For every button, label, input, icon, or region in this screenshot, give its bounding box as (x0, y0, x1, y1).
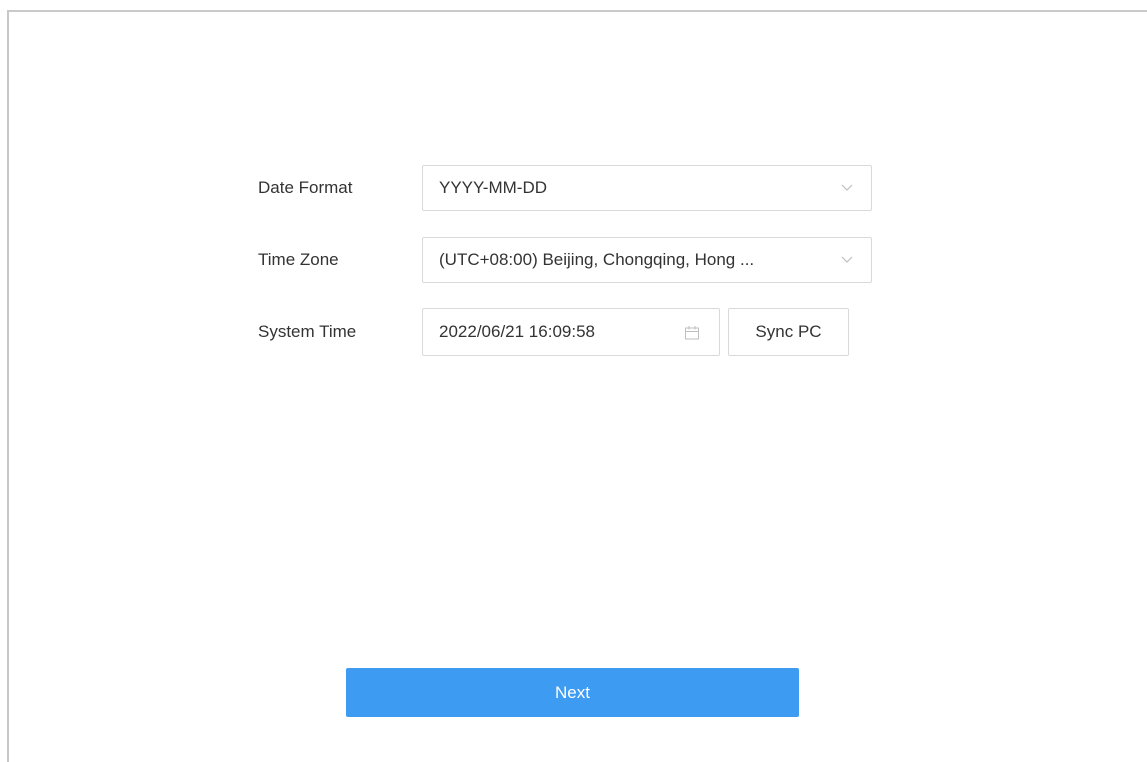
time-zone-row: Time Zone (UTC+08:00) Beijing, Chongqing… (258, 236, 872, 284)
time-zone-label: Time Zone (258, 250, 339, 269)
calendar-icon (685, 326, 699, 340)
date-format-label: Date Format (258, 178, 353, 197)
next-button[interactable]: Next (346, 668, 799, 717)
date-format-row: Date Format YYYY-MM-DD (258, 164, 872, 212)
system-time-picker[interactable]: 2022/06/21 16:09:58 (422, 308, 720, 356)
system-time-label: System Time (258, 322, 357, 341)
time-zone-select[interactable]: (UTC+08:00) Beijing, Chongqing, Hong ... (422, 237, 872, 283)
time-zone-value: (UTC+08:00) Beijing, Chongqing, Hong ... (439, 250, 755, 269)
time-settings-page: Date Format YYYY-MM-DD Time Zone (UTC+08… (0, 0, 1147, 762)
date-format-value: YYYY-MM-DD (439, 178, 547, 197)
frame-border-left (7, 10, 9, 762)
system-time-row: System Time 2022/06/21 16:09:58 Sync PC (258, 308, 849, 356)
system-time-value: 2022/06/21 16:09:58 (439, 322, 595, 341)
sync-pc-button[interactable]: Sync PC (728, 308, 849, 356)
chevron-down-icon (841, 256, 853, 263)
chevron-down-icon (841, 184, 853, 191)
date-format-select[interactable]: YYYY-MM-DD (422, 165, 872, 211)
frame-border-top (7, 10, 1147, 12)
